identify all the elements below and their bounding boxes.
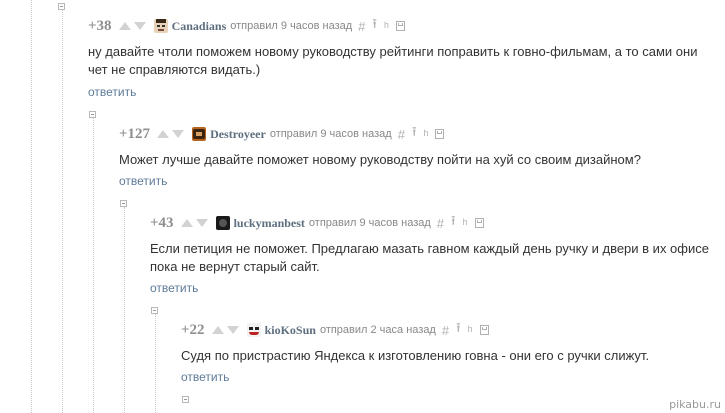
comment-text: Если петиция не поможет. Предлагаю мазат…: [150, 241, 709, 274]
downvote-icon[interactable]: [195, 219, 208, 227]
user-avatar-icon[interactable]: [192, 127, 207, 141]
branch-icon[interactable]: ʰ: [468, 323, 473, 338]
comment-timestamp: отправил 9 часов назад: [308, 217, 431, 229]
thread-line: [93, 118, 94, 413]
watermark: pikabu.ru: [669, 398, 721, 411]
hash-link-icon[interactable]: #: [437, 216, 444, 231]
upvote-icon[interactable]: [157, 130, 170, 138]
comment-header: +38 Canadians отправил 9 часов назад # ⭱…: [88, 15, 405, 37]
collapse-toggle[interactable]: [182, 396, 189, 403]
comment-text: Судя по пристрастию Яндекса к изготовлен…: [181, 348, 650, 363]
thread-line: [124, 207, 125, 413]
hash-link-icon[interactable]: #: [358, 19, 365, 34]
comment-rating: +43: [150, 214, 174, 231]
comment-username[interactable]: Destroyeer: [210, 127, 266, 142]
comment-username[interactable]: luckymanbest: [234, 216, 305, 231]
comment-timestamp: отправил 9 часов назад: [269, 128, 392, 140]
save-icon[interactable]: [479, 325, 489, 335]
comment-username[interactable]: kioKoSun: [265, 323, 316, 338]
save-icon[interactable]: [395, 21, 405, 31]
comment-rating: +22: [181, 321, 205, 338]
comment-rating: +38: [88, 17, 112, 34]
thread-line: [155, 314, 156, 413]
downvote-icon[interactable]: [133, 22, 146, 30]
reply-link[interactable]: ответить: [181, 370, 229, 384]
reply-link[interactable]: ответить: [150, 281, 198, 295]
go-to-parent-icon[interactable]: ⭱: [451, 212, 456, 234]
collapse-toggle[interactable]: [89, 111, 96, 118]
go-to-parent-icon[interactable]: ⭱: [412, 123, 417, 145]
user-avatar-icon[interactable]: [215, 216, 230, 230]
collapse-toggle[interactable]: [151, 307, 158, 314]
hash-link-icon[interactable]: #: [442, 323, 449, 338]
branch-icon[interactable]: ʰ: [463, 216, 468, 231]
joker-face-icon[interactable]: [246, 323, 261, 337]
comment-rating: +127: [119, 125, 151, 142]
save-icon[interactable]: [435, 129, 445, 139]
comment-header: +22 kioKoSun отправил 2 часа назад # ⭱ ʰ: [181, 319, 489, 341]
comment-text: Может лучше давайте поможет новому руков…: [119, 152, 641, 167]
comment-timestamp: отправил 2 часа назад: [319, 324, 436, 336]
upvote-icon[interactable]: [180, 219, 193, 227]
comment-timestamp: отправил 9 часов назад: [230, 20, 353, 32]
upvote-icon[interactable]: [118, 22, 131, 30]
hash-link-icon[interactable]: #: [398, 127, 405, 142]
user-face-icon[interactable]: [153, 19, 168, 33]
reply-link[interactable]: ответить: [88, 85, 136, 99]
comment-header: +43 luckymanbest отправил 9 часов назад …: [150, 212, 484, 234]
collapse-toggle[interactable]: [58, 3, 65, 10]
downvote-icon[interactable]: [226, 326, 239, 334]
thread-line: [31, 0, 32, 413]
comment-text: ну давайте чтоли поможем новому руководс…: [88, 44, 698, 77]
upvote-icon[interactable]: [211, 326, 224, 334]
comment-username[interactable]: Canadians: [172, 19, 227, 34]
comment-header: +127 Destroyeer отправил 9 часов назад #…: [119, 123, 445, 145]
thread-line: [62, 10, 63, 413]
branch-icon[interactable]: ʰ: [424, 127, 429, 142]
go-to-parent-icon[interactable]: ⭱: [372, 15, 377, 37]
downvote-icon[interactable]: [172, 130, 185, 138]
save-icon[interactable]: [474, 218, 484, 228]
reply-link[interactable]: ответить: [119, 174, 167, 188]
go-to-parent-icon[interactable]: ⭱: [456, 319, 461, 341]
branch-icon[interactable]: ʰ: [384, 19, 389, 34]
collapse-toggle[interactable]: [120, 200, 127, 207]
